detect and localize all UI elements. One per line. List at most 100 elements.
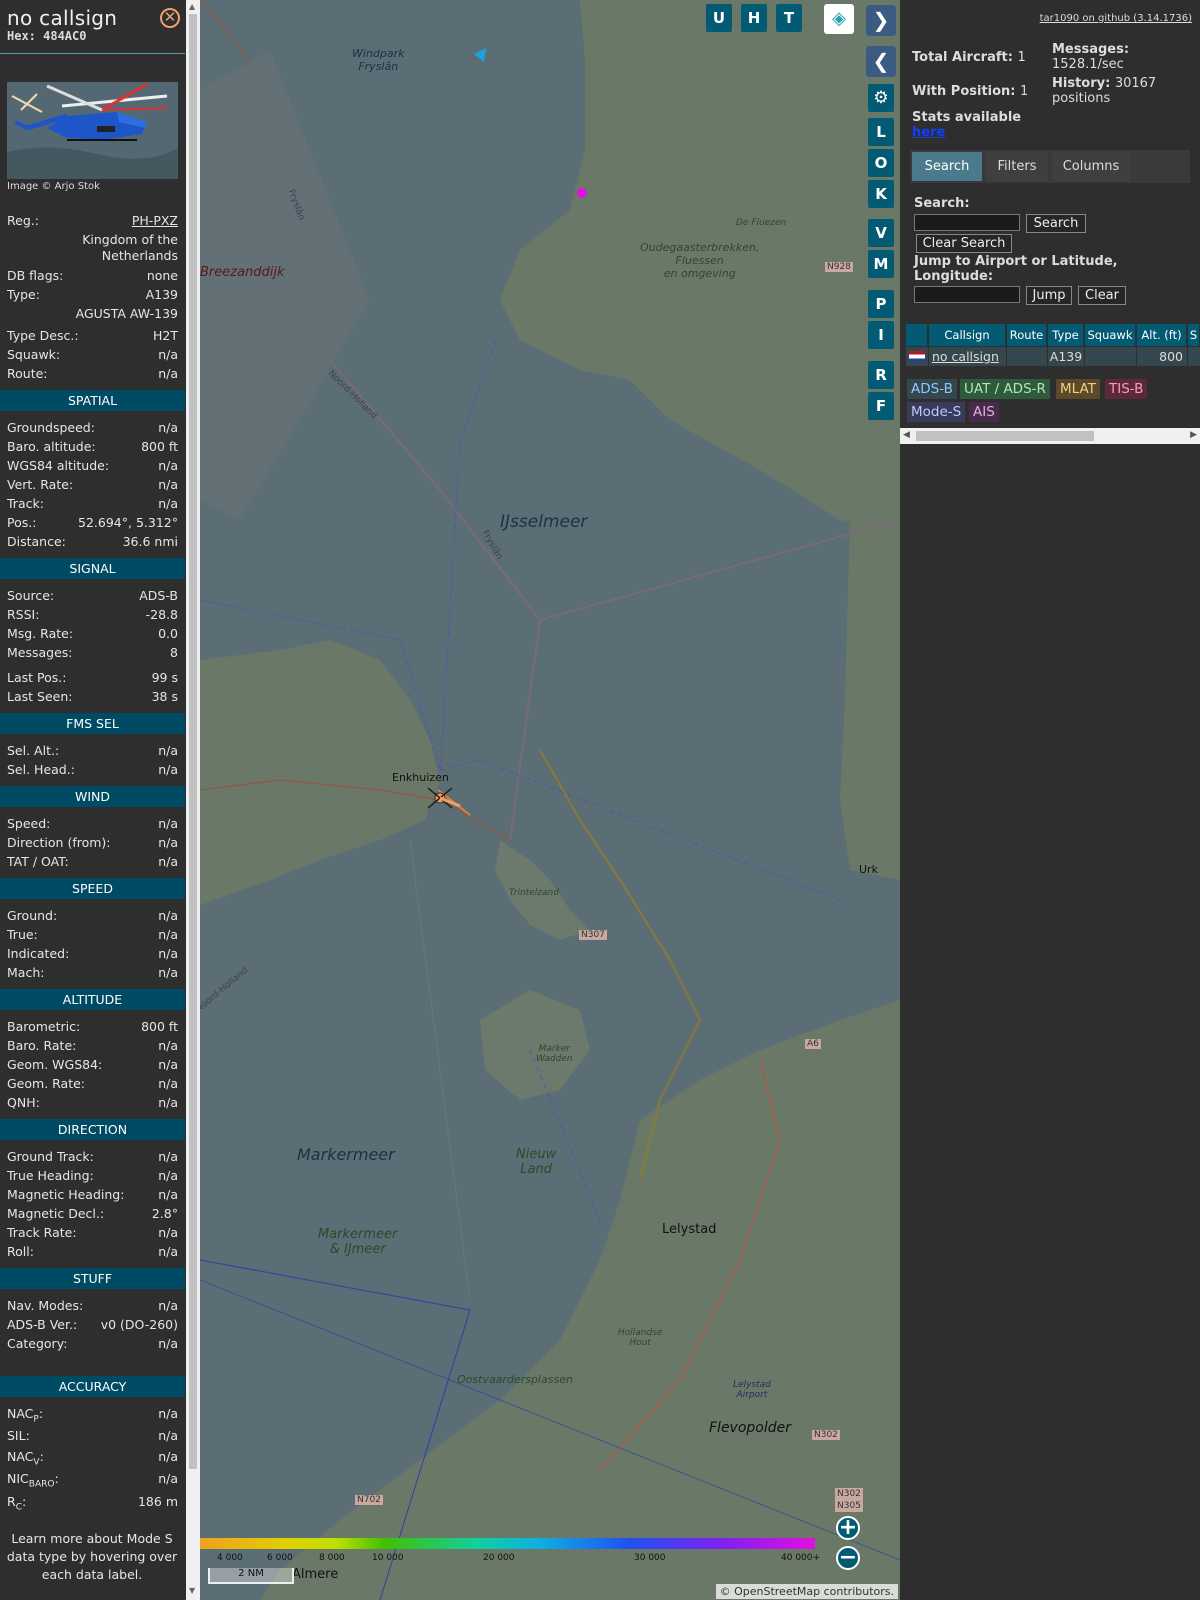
chevron-right-icon[interactable]: ❯ [866, 5, 896, 36]
map-button-h[interactable]: H [741, 4, 767, 32]
close-icon[interactable]: ✕ [160, 8, 180, 28]
aircraft-photo[interactable] [7, 82, 178, 179]
field-value: -28.8 [145, 607, 178, 622]
field-label: Indicated: [7, 946, 70, 961]
aircraft-info-panel: no callsign Hex: 484AC0 ✕ Image © Arjo S… [0, 0, 185, 1600]
map-label-text: Land [520, 1162, 552, 1177]
map-label-text: Fryslân [358, 60, 399, 73]
field-label: ADS-B Ver.: [7, 1317, 78, 1332]
map-button-v[interactable]: V [868, 219, 894, 247]
field-value: n/a [158, 816, 178, 831]
map-view[interactable]: Windpark Fryslân Breezanddijk Fryslân Fry… [200, 0, 900, 1600]
scroll-up-icon[interactable]: ▲ [189, 2, 195, 11]
zoom-out-icon[interactable]: − [836, 1546, 860, 1570]
info-scrollbar[interactable]: ▲ ▼ [186, 0, 200, 1600]
search-input[interactable] [914, 214, 1020, 231]
map-button-r[interactable]: R [868, 361, 894, 389]
section-altitude: ALTITUDE [0, 989, 185, 1010]
field-label: RSSI: [7, 607, 40, 622]
field-label-text: NAC [7, 1406, 34, 1421]
scroll-left-icon[interactable]: ◀ [903, 430, 910, 440]
altitude-row: Baro. Rate: n/a [7, 1038, 178, 1056]
scroll-down-icon[interactable]: ▼ [189, 1586, 195, 1595]
tab-search[interactable]: Search [912, 152, 982, 181]
map-label-text: Hollandse [618, 1328, 663, 1338]
chevron-left-icon[interactable]: ❮ [866, 46, 896, 77]
table-header-callsign[interactable]: Callsign [929, 324, 1006, 346]
table-header-squawk[interactable]: Squawk [1085, 324, 1136, 346]
site-marker[interactable] [577, 188, 587, 198]
footer-line: each data label. [41, 1567, 143, 1582]
spatial-row: Pos.: 52.694°, 5.312° [7, 515, 178, 533]
section-fms: FMS SEL [0, 713, 185, 734]
scroll-right-icon[interactable]: ▶ [1190, 430, 1197, 440]
field-value: n/a [158, 927, 178, 942]
dbflags-value: none [146, 268, 178, 283]
field-label: Ground: [7, 908, 58, 923]
stats-link[interactable]: here [912, 125, 1021, 140]
accuracy-row: SIL: n/a [7, 1428, 178, 1446]
source-chip-modes[interactable]: Mode-S [907, 402, 966, 422]
field-label: SIL: [7, 1428, 30, 1443]
source-chip-tisb[interactable]: TIS-B [1105, 379, 1148, 399]
map-button-o[interactable]: O [868, 149, 894, 177]
tab-columns[interactable]: Columns [1052, 152, 1130, 181]
table-header-route[interactable]: Route [1007, 324, 1047, 346]
map-button-l[interactable]: L [868, 118, 894, 146]
source-chip-ais[interactable]: AIS [969, 402, 999, 422]
jump-button[interactable]: Jump [1026, 286, 1072, 305]
spatial-row: Track: n/a [7, 496, 178, 514]
table-horizontal-scrollbar[interactable]: ◀ ▶ [900, 428, 1200, 444]
map-button-p[interactable]: P [868, 290, 894, 318]
layers-icon[interactable]: ◈ [824, 4, 854, 34]
search-button[interactable]: Search [1026, 214, 1086, 233]
map-attribution[interactable]: © OpenStreetMap contributors. [715, 1584, 898, 1599]
map-label-oostvaardersplassen: Oostvaardersplassen [457, 1373, 573, 1386]
map-button-i[interactable]: I [868, 321, 894, 349]
settings-gear-icon[interactable]: ⚙ [868, 84, 894, 112]
map-button-t[interactable]: T [776, 4, 802, 32]
route-cell [1007, 347, 1047, 366]
squawk-cell [1085, 347, 1136, 366]
zoom-in-icon[interactable]: + [836, 1516, 860, 1540]
map-label-windpark: Windpark Fryslân [352, 47, 405, 73]
scrollbar-thumb[interactable] [916, 431, 1094, 441]
altitude-tick: 20 000 [483, 1553, 515, 1563]
tab-filters[interactable]: Filters [986, 152, 1048, 181]
source-chip-mlat[interactable]: MLAT [1056, 379, 1100, 399]
scrollbar-thumb[interactable] [189, 14, 197, 1469]
source-chip-adsb[interactable]: ADS-B [907, 379, 957, 399]
clear-search-button[interactable]: Clear Search [916, 234, 1012, 253]
map-button-u[interactable]: U [706, 4, 732, 32]
map-label-text: Airport [736, 1390, 768, 1400]
field-label: True Heading: [7, 1168, 94, 1183]
table-header-speed[interactable]: S [1188, 324, 1200, 346]
source-chip-uat[interactable]: UAT / ADS-R [960, 379, 1050, 399]
table-header-type[interactable]: Type [1048, 324, 1084, 346]
altitude-tick: 40 000+ [781, 1553, 821, 1563]
altitude-row: Geom. WGS84: n/a [7, 1057, 178, 1075]
jump-input[interactable] [914, 286, 1020, 303]
map-canvas[interactable] [200, 0, 900, 1600]
direction-row: Magnetic Heading: n/a [7, 1187, 178, 1205]
reg-link[interactable]: PH-PXZ [132, 213, 178, 228]
map-button-k[interactable]: K [868, 180, 894, 208]
table-header-alt[interactable]: Alt. (ft) [1137, 324, 1187, 346]
github-link[interactable]: tar1090 on github (3.14.1736) [1040, 13, 1192, 24]
country-line-2: Netherlands [101, 248, 178, 263]
map-button-f[interactable]: F [868, 392, 894, 420]
type-full: AGUSTA AW-139 [75, 306, 178, 321]
field-value: n/a [158, 1428, 178, 1443]
field-value: 52.694°, 5.312° [78, 515, 178, 530]
spatial-row: Vert. Rate: n/a [7, 477, 178, 495]
aircraft-marker-icon[interactable] [474, 48, 486, 62]
netherlands-flag-icon [909, 351, 925, 362]
clear-button[interactable]: Clear [1078, 286, 1126, 305]
jump-label-line: Jump to Airport or Latitude, [914, 254, 1118, 269]
map-label-nieuwland: Nieuw Land [516, 1147, 556, 1177]
field-label-text: NIC [7, 1471, 29, 1486]
map-button-m[interactable]: M [868, 250, 894, 278]
altitude-tick: 8 000 [319, 1553, 345, 1563]
map-label-text: Markermeer [318, 1227, 398, 1242]
callsign-cell[interactable]: no callsign [929, 347, 1006, 366]
